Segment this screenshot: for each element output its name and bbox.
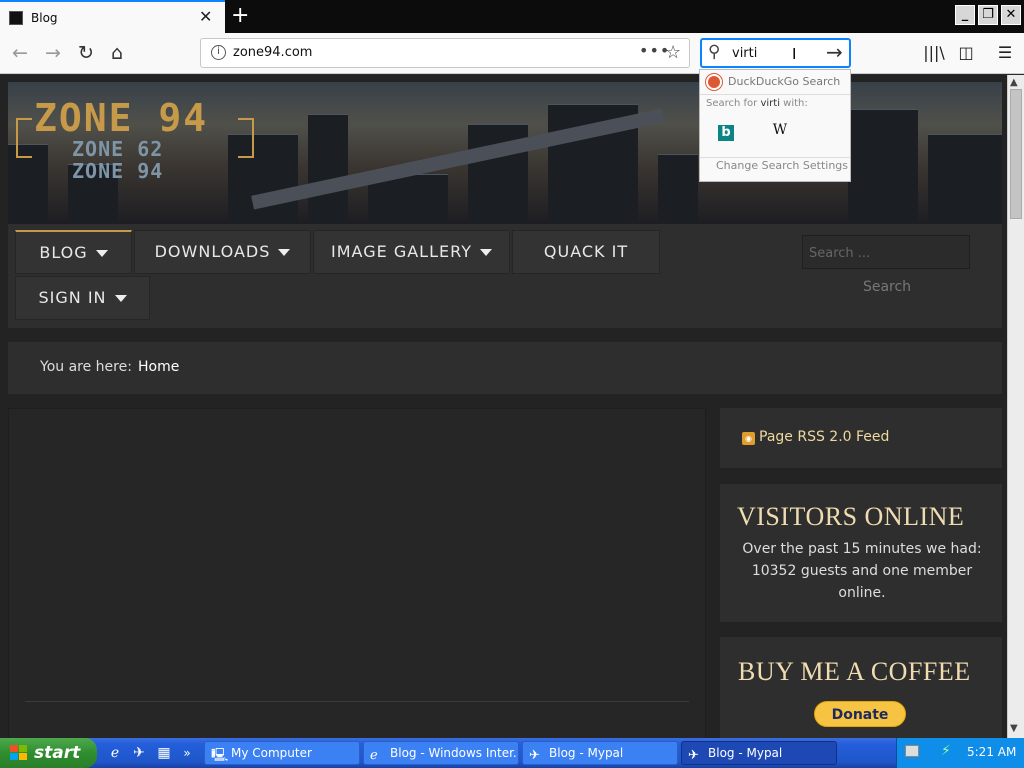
search-for-label: Search for virti with: — [706, 98, 808, 109]
menu-label: SIGN IN — [38, 288, 107, 307]
library-icon[interactable]: |||\ — [923, 42, 945, 64]
logo-sub-line1: ZONE 62 — [72, 137, 164, 161]
network-icon[interactable]: ⚡ — [941, 743, 951, 759]
coffee-title: BUY ME A COFFEE — [738, 657, 971, 686]
star-icon[interactable]: ☆ — [665, 42, 681, 63]
taskbar-item-mypal-2[interactable]: ✈ Blog - Mypal — [681, 741, 837, 765]
url-bar[interactable]: i zone94.com ••• ☆ — [200, 38, 690, 68]
content-divider — [25, 701, 689, 702]
info-icon[interactable]: i — [211, 45, 226, 60]
logo-bracket-right — [238, 118, 254, 158]
scroll-up-icon[interactable]: ▲ — [1010, 77, 1018, 88]
text-cursor-icon: I — [792, 45, 797, 63]
task-label: My Computer — [231, 746, 312, 760]
keyboard-icon[interactable] — [905, 745, 919, 757]
chevron-down-icon — [278, 249, 291, 256]
change-search-settings-link[interactable]: Change Search Settings — [716, 159, 848, 172]
menu-label: DOWNLOADS — [154, 242, 271, 261]
internet-explorer-icon: ℯ — [370, 748, 378, 763]
task-label: Blog - Windows Inter... — [390, 746, 519, 760]
donate-button[interactable]: Donate — [814, 701, 906, 727]
breadcrumb: You are here: Home — [8, 342, 1002, 394]
menu-label: BLOG — [39, 243, 88, 262]
visitors-online-module: VISITORS ONLINE Over the past 15 minutes… — [720, 484, 1002, 622]
reload-icon[interactable]: ↻ — [73, 40, 99, 66]
tab-close-icon[interactable]: ✕ — [199, 7, 212, 26]
computer-icon: 🖳 — [211, 748, 229, 763]
clock[interactable]: 5:21 AM — [967, 745, 1016, 759]
quicklaunch-more-icon[interactable]: » — [178, 744, 196, 762]
rss-module: ◉ Page RSS 2.0 Feed — [720, 408, 1002, 468]
system-tray: ⚡ 5:21 AM — [896, 738, 1024, 768]
search-for-prefix: Search for — [706, 98, 761, 109]
visitors-title: VISITORS ONLINE — [737, 502, 965, 531]
task-label: Blog - Mypal — [549, 746, 624, 760]
forward-icon[interactable]: → — [40, 40, 66, 66]
minimize-button[interactable]: _ — [955, 5, 975, 25]
buy-coffee-module: BUY ME A COFFEE Donate — [720, 637, 1002, 747]
search-icon[interactable]: ⚲ — [708, 42, 720, 62]
site-search-button[interactable]: Search — [852, 270, 922, 304]
engine-search-option[interactable]: DuckDuckGo Search — [728, 75, 840, 88]
task-label: Blog - Mypal — [708, 746, 783, 760]
menu-item-blog[interactable]: BLOG — [15, 230, 132, 274]
search-bar[interactable]: ⚲ virti I → — [700, 38, 851, 68]
menu-label: IMAGE GALLERY — [331, 242, 472, 261]
internet-explorer-icon[interactable]: ℯ — [106, 744, 124, 762]
divider — [700, 94, 850, 95]
breadcrumb-home-link[interactable]: Home — [138, 359, 179, 375]
rss-feed-link[interactable]: Page RSS 2.0 Feed — [759, 429, 889, 445]
new-tab-button[interactable]: + — [231, 3, 249, 29]
page-scrollbar[interactable]: ▲ ▼ — [1007, 75, 1024, 738]
site-logo-sub: ZONE 62 ZONE 94 — [72, 138, 163, 182]
arrow-right-icon[interactable]: → — [826, 40, 843, 64]
taskbar-item-ie[interactable]: ℯ Blog - Windows Inter... — [363, 741, 519, 765]
bing-icon[interactable]: b — [718, 125, 734, 141]
search-for-suffix: with: — [779, 98, 808, 109]
main-content — [8, 408, 706, 748]
site-search-input[interactable]: Search ... — [802, 235, 970, 269]
search-suggestions-popup: DuckDuckGo Search Search for virti with:… — [699, 69, 851, 182]
mypal-icon: ✈ — [688, 748, 699, 763]
menu-item-sign-in[interactable]: SIGN IN — [15, 276, 150, 320]
divider — [700, 157, 850, 158]
site-favicon-icon — [9, 11, 23, 25]
back-icon[interactable]: ← — [7, 40, 33, 66]
search-for-query: virti — [760, 98, 780, 109]
close-window-button[interactable]: ✕ — [1001, 5, 1021, 25]
taskbar-item-my-computer[interactable]: 🖳 My Computer — [204, 741, 360, 765]
visitors-text: Over the past 15 minutes we had: 10352 g… — [742, 541, 982, 601]
menu-label: QUACK IT — [543, 242, 629, 261]
scroll-down-icon[interactable]: ▼ — [1010, 723, 1018, 734]
home-icon[interactable]: ⌂ — [104, 40, 130, 66]
scrollbar-thumb[interactable] — [1010, 89, 1022, 219]
taskbar-item-mypal-1[interactable]: ✈ Blog - Mypal — [522, 741, 678, 765]
sidebar-icon[interactable]: ◫ — [955, 42, 977, 64]
tab-title: Blog — [31, 11, 58, 25]
mypal-icon[interactable]: ✈ — [130, 744, 148, 762]
menu-icon[interactable]: ☰ — [994, 42, 1016, 64]
wikipedia-icon[interactable]: W — [760, 122, 800, 144]
logo-sub-line2: ZONE 94 — [72, 159, 164, 183]
menu-item-image-gallery[interactable]: IMAGE GALLERY — [313, 230, 510, 274]
media-icon[interactable]: ▦ — [155, 744, 173, 762]
mypal-icon: ✈ — [529, 748, 540, 763]
restore-button[interactable]: ❐ — [978, 5, 998, 25]
logo-bracket-left — [16, 118, 32, 158]
url-text[interactable]: zone94.com — [233, 45, 312, 60]
rss-icon[interactable]: ◉ — [742, 432, 755, 445]
chevron-down-icon — [114, 295, 127, 302]
tab-blog[interactable]: Blog ✕ — [0, 0, 225, 33]
breadcrumb-label: You are here: — [40, 359, 132, 375]
chevron-down-icon — [479, 249, 492, 256]
chevron-down-icon — [95, 250, 108, 257]
search-input[interactable]: virti — [732, 46, 757, 61]
menu-item-quack-it[interactable]: QUACK IT — [512, 230, 660, 274]
windows-flag-icon — [10, 745, 27, 760]
menu-item-downloads[interactable]: DOWNLOADS — [134, 230, 311, 274]
site-logo[interactable]: ZONE 94 — [34, 96, 208, 140]
duckduckgo-icon — [706, 74, 722, 90]
